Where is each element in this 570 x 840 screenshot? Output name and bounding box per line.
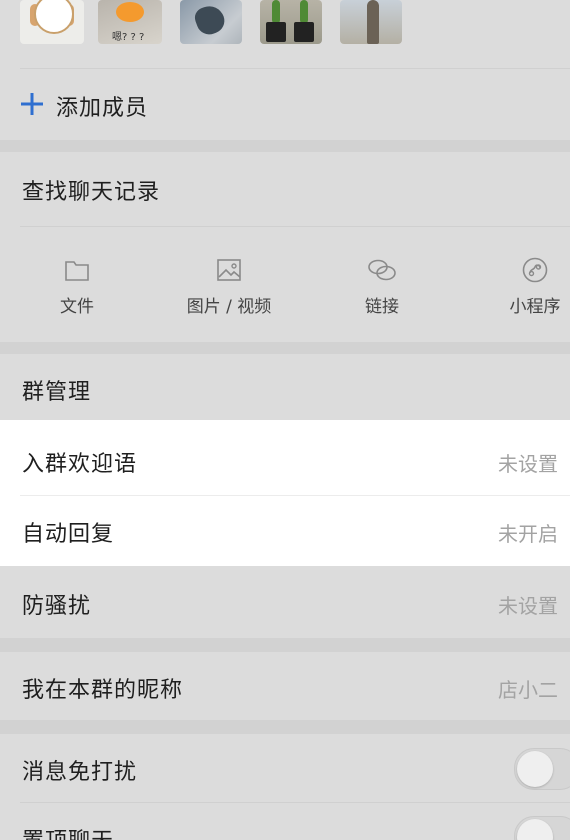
mute-notifications-toggle[interactable] xyxy=(514,748,570,790)
anti-harassment-label: 防骚扰 xyxy=(22,594,92,619)
media-filter-images[interactable]: 图片 / 视频 xyxy=(174,256,284,317)
member-avatar[interactable]: 嗯? ? ? xyxy=(98,0,162,44)
search-history-label: 查找聊天记录 xyxy=(22,180,161,205)
member-avatar[interactable] xyxy=(340,0,402,44)
media-filter-links[interactable]: 链接 xyxy=(327,256,437,317)
add-member-row[interactable]: 添加成员 xyxy=(0,70,570,138)
section-gap xyxy=(0,720,570,734)
section-gap xyxy=(0,342,570,354)
welcome-message-value: 未设置 xyxy=(498,452,558,476)
group-management-label: 群管理 xyxy=(22,380,92,405)
welcome-message-label: 入群欢迎语 xyxy=(22,452,138,477)
auto-reply-row[interactable]: 自动回复 未开启 xyxy=(0,496,570,566)
my-nickname-row[interactable]: 我在本群的昵称 店小二 xyxy=(0,652,570,720)
mute-notifications-row: 消息免打扰 xyxy=(0,734,570,802)
section-gap xyxy=(0,638,570,652)
member-avatar[interactable] xyxy=(180,0,242,44)
mini-program-icon xyxy=(522,257,548,283)
member-avatar-strip: 嗯? ? ? xyxy=(0,0,570,66)
toggle-knob xyxy=(517,751,553,787)
anti-harassment-row[interactable]: 防骚扰 未设置 xyxy=(0,566,570,638)
divider xyxy=(20,226,570,227)
pin-chat-row: 置顶聊天 xyxy=(0,803,570,840)
image-icon xyxy=(217,259,241,281)
plus-icon xyxy=(21,93,43,115)
link-icon xyxy=(368,259,396,281)
media-filter-label: 链接 xyxy=(365,297,399,317)
my-nickname-label: 我在本群的昵称 xyxy=(22,678,184,703)
folder-icon xyxy=(65,261,89,281)
media-filter-mini-programs[interactable]: 小程序 xyxy=(480,256,570,317)
avatar-caption: 嗯? ? ? xyxy=(112,32,145,43)
pin-chat-label: 置顶聊天 xyxy=(22,823,114,840)
divider xyxy=(20,68,570,69)
auto-reply-label: 自动回复 xyxy=(22,522,115,547)
member-avatar[interactable] xyxy=(20,0,84,44)
section-gap xyxy=(0,140,570,152)
add-member-label: 添加成员 xyxy=(56,96,149,121)
my-nickname-value: 店小二 xyxy=(498,678,558,702)
toggle-knob xyxy=(517,819,553,840)
auto-reply-value: 未开启 xyxy=(498,522,558,546)
media-filter-label: 图片 / 视频 xyxy=(186,297,272,317)
media-filter-label: 文件 xyxy=(60,297,94,317)
pin-chat-toggle[interactable] xyxy=(514,816,570,840)
group-management-row[interactable]: 群管理 xyxy=(0,354,570,420)
anti-harassment-value: 未设置 xyxy=(498,594,558,618)
member-avatar[interactable] xyxy=(260,0,322,44)
welcome-message-row[interactable]: 入群欢迎语 未设置 xyxy=(0,424,570,494)
media-filter-label: 小程序 xyxy=(509,297,561,317)
search-history-row[interactable]: 查找聊天记录 xyxy=(0,152,570,226)
media-filter-files[interactable]: 文件 xyxy=(22,256,132,317)
mute-notifications-label: 消息免打扰 xyxy=(22,760,138,785)
